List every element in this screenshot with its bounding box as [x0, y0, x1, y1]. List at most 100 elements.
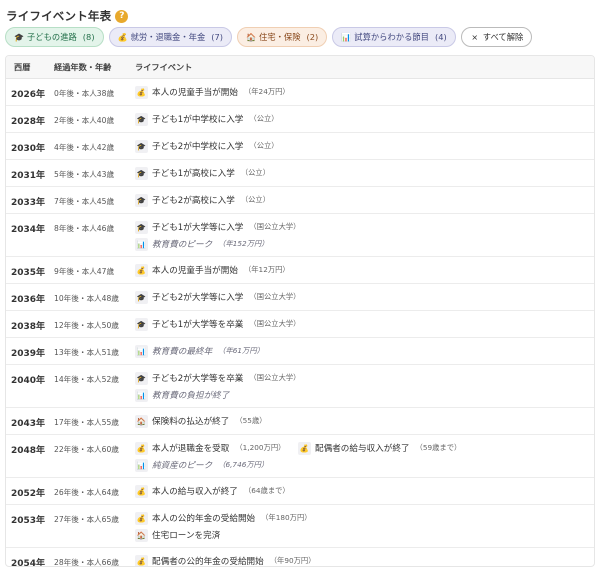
row-age: 26年後・本人64歳 — [54, 488, 119, 497]
row-year: 2034年 — [11, 225, 46, 235]
house-icon: 🏠 — [135, 414, 148, 428]
table-row: 2048年 22年後・本人60歳 💰 本人が退職金を受取 （1,200万円） 💰 配偶者の給… — [6, 435, 594, 478]
coin-bag-icon: 💰 — [135, 441, 148, 455]
row-year: 2031年 — [11, 171, 46, 181]
row-year: 2054年 — [11, 559, 46, 567]
table-row: 2043年 17年後・本人55歳 🏠 保険料の払込が終了 （55歳） — [6, 408, 594, 435]
event-label: 本人の給与収入が終了 — [152, 487, 238, 497]
event-label: 本人が退職金を受取 — [152, 444, 230, 454]
row-year: 2026年 — [11, 90, 46, 100]
event-note: （59歳まで） — [415, 443, 462, 452]
filter-chip-0[interactable]: 🎓 子どもの進路 (8) — [5, 27, 104, 47]
coin-bag-icon: 💰 — [135, 554, 148, 566]
filter-chip-2[interactable]: 🏠 住宅・保険 (2) — [237, 27, 328, 47]
life-event: 📊 教育費の最終年 （年61万円） — [135, 344, 264, 358]
event-label: 子ども2が大学等に入学 — [152, 293, 244, 303]
row-age: 17年後・本人55歳 — [54, 418, 119, 427]
life-event: 🎓 子ども2が中学校に入学 （公立） — [135, 139, 279, 153]
event-label: 純資産のピーク — [152, 461, 213, 471]
filter-chips: 🎓 子どもの進路 (8) 💰 就労・退職金・年金 (7) 🏠 住宅・保険 (2) 📊 試算からわかる… — [5, 27, 533, 47]
row-year: 2038年 — [11, 322, 46, 332]
event-note: （55歳） — [235, 416, 267, 425]
event-note: （年12万円） — [243, 265, 290, 274]
event-label: 配偶者の公的年金の受給開始 — [152, 557, 264, 567]
filter-chip-count: (7) — [211, 32, 224, 42]
filter-chip-label: 子どもの進路 — [27, 32, 77, 42]
graduation-cap-icon: 🎓 — [135, 166, 148, 180]
row-year: 2028年 — [11, 117, 46, 127]
life-event: 🎓 子ども1が高校に入学 （公立） — [135, 166, 270, 180]
event-note: （公立） — [249, 141, 279, 150]
table-row: 2034年 8年後・本人46歳 🎓 子ども1が大学等に入学 （国公立大学） 📊 教育費のピー… — [6, 214, 594, 257]
graduation-cap-icon: 🎓 — [14, 32, 24, 42]
life-event: 🎓 子ども1が中学校に入学 （公立） — [135, 112, 279, 126]
house-icon: 🏠 — [246, 32, 256, 42]
table-row: 2036年 10年後・本人48歳 🎓 子ども2が大学等に入学 （国公立大学） — [6, 284, 594, 311]
graduation-cap-icon: 🎓 — [135, 290, 148, 304]
life-event: 🎓 子ども1が大学等に入学 （国公立大学） — [135, 220, 300, 234]
life-event: 🎓 子ども2が大学等に入学 （国公立大学） — [135, 290, 300, 304]
filter-chip-1[interactable]: 💰 就労・退職金・年金 (7) — [108, 27, 233, 47]
event-label: 子ども1が高校に入学 — [152, 169, 235, 179]
house-icon: 🏠 — [135, 528, 148, 542]
event-note: （年90万円） — [269, 556, 316, 565]
row-age: 5年後・本人43歳 — [54, 170, 115, 179]
row-year: 2053年 — [11, 516, 46, 526]
row-age: 10年後・本人48歳 — [54, 294, 119, 303]
header-event: ライフイベント — [135, 62, 193, 72]
life-event: 📊 純資産のピーク （6,746万円） — [135, 458, 268, 472]
life-event: 🏠 住宅ローンを完済 — [135, 528, 226, 542]
chart-icon: 📊 — [135, 458, 148, 472]
row-age: 27年後・本人65歳 — [54, 515, 119, 524]
row-age: 12年後・本人50歳 — [54, 321, 119, 330]
event-label: 子ども1が大学等を卒業 — [152, 320, 244, 330]
row-year: 2036年 — [11, 295, 46, 305]
event-label: 本人の児童手当が開始 — [152, 88, 238, 98]
clear-all-button[interactable]: × すべて解除 — [460, 27, 533, 47]
event-note: （国公立大学） — [249, 292, 301, 301]
row-year: 2033年 — [11, 198, 46, 208]
row-age: 8年後・本人46歳 — [54, 224, 115, 233]
coin-bag-icon: 💰 — [135, 511, 148, 525]
row-age: 7年後・本人45歳 — [54, 197, 115, 206]
life-event: 🎓 子ども2が大学等を卒業 （国公立大学） — [135, 371, 300, 385]
event-note: （年24万円） — [243, 87, 290, 96]
header-year: 西暦 — [14, 62, 31, 72]
table-row: 2040年 14年後・本人52歳 🎓 子ども2が大学等を卒業 （国公立大学） 📊 教育費の負… — [6, 365, 594, 408]
filter-chip-3[interactable]: 📊 試算からわかる節目 (4) — [332, 27, 456, 47]
graduation-cap-icon: 🎓 — [135, 317, 148, 331]
filter-chip-count: (8) — [82, 32, 95, 42]
header-age: 経過年数・年齢 — [54, 62, 112, 72]
event-label: 子ども1が大学等に入学 — [152, 223, 244, 233]
row-year: 2040年 — [11, 376, 46, 386]
page-title: ライフイベント年表 — [6, 9, 112, 23]
life-event: 💰 本人が退職金を受取 （1,200万円） — [135, 441, 285, 455]
life-event: 💰 配偶者の公的年金の受給開始 （年90万円） — [135, 554, 316, 567]
coin-bag-icon: 💰 — [135, 263, 148, 277]
event-label: 教育費のピーク — [152, 240, 213, 250]
table-row: 2031年 5年後・本人43歳 🎓 子ども1が高校に入学 （公立） — [6, 160, 594, 187]
event-label: 本人の公的年金の受給開始 — [152, 514, 256, 524]
event-note: （64歳まで） — [243, 486, 290, 495]
table-row: 2035年 9年後・本人47歳 💰 本人の児童手当が開始 （年12万円） — [6, 257, 594, 284]
life-event-table: 西暦 経過年数・年齢 ライフイベント 2026年 0年後・本人38歳 💰 本人の児童手… — [5, 55, 595, 567]
close-icon: × — [471, 32, 479, 42]
graduation-cap-icon: 🎓 — [135, 193, 148, 207]
row-age: 2年後・本人40歳 — [54, 116, 115, 125]
life-event: 🏠 保険料の払込が終了 （55歳） — [135, 414, 267, 428]
life-event: 💰 本人の公的年金の受給開始 （年180万円） — [135, 511, 312, 525]
event-label: 教育費の最終年 — [152, 347, 213, 357]
event-note: （年180万円） — [261, 513, 312, 522]
life-event: 🎓 子ども2が高校に入学 （公立） — [135, 193, 270, 207]
coin-bag-icon: 💰 — [135, 484, 148, 498]
help-icon[interactable]: ? — [115, 9, 129, 23]
life-event: 📊 教育費の負担が終了 — [135, 388, 235, 402]
event-note: （国公立大学） — [249, 222, 301, 231]
row-age: 28年後・本人66歳 — [54, 558, 119, 567]
row-year: 2030年 — [11, 144, 46, 154]
graduation-cap-icon: 🎓 — [135, 112, 148, 126]
filter-chip-label: 就労・退職金・年金 — [130, 32, 206, 42]
table-row: 2038年 12年後・本人50歳 🎓 子ども1が大学等を卒業 （国公立大学） — [6, 311, 594, 338]
row-age: 13年後・本人51歳 — [54, 348, 119, 357]
filter-chip-label: 試算からわかる節目 — [354, 32, 429, 42]
